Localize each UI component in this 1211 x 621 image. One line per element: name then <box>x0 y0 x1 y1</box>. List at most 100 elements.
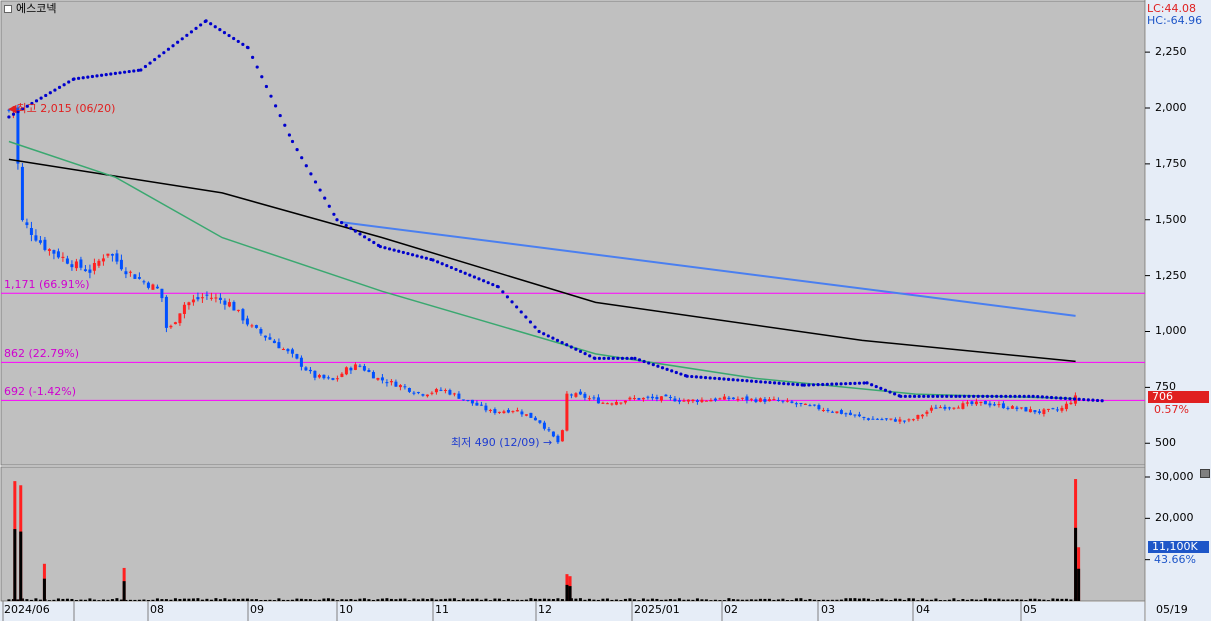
volume-bar <box>785 600 789 601</box>
candle-body <box>542 422 546 429</box>
candle-body <box>286 349 290 352</box>
volume-bar <box>61 598 65 601</box>
volume-bar <box>970 599 974 601</box>
sar-dot <box>922 394 926 398</box>
sar-dot <box>786 382 790 386</box>
candle-body <box>434 389 438 393</box>
candle-body <box>299 357 303 367</box>
volume-bar <box>160 599 164 601</box>
sar-dot <box>670 369 674 373</box>
candle-body <box>281 349 285 351</box>
sar-dot <box>472 275 476 279</box>
candle-body <box>403 386 407 388</box>
sar-dot <box>48 91 52 95</box>
candle-body <box>889 418 893 420</box>
sar-dot <box>848 381 852 386</box>
sar-dot <box>578 349 583 354</box>
candle-body <box>524 414 528 416</box>
volume-bar <box>844 598 848 601</box>
candle-body <box>1024 407 1028 412</box>
candle-body <box>128 271 132 273</box>
candle-body <box>947 407 951 409</box>
sar-dot <box>176 40 180 44</box>
candle-body <box>16 107 20 164</box>
sar-dot <box>870 383 874 387</box>
volume-bar <box>434 599 438 601</box>
sar-dot <box>1086 398 1090 402</box>
volume-bar <box>1055 598 1059 601</box>
candle-body <box>200 297 204 299</box>
volume-bar <box>790 600 794 601</box>
volume-bar <box>146 600 150 601</box>
volume-bar <box>772 599 776 601</box>
sar-dot <box>260 75 264 79</box>
volume-bar <box>484 598 488 601</box>
sar-dot <box>524 315 528 319</box>
candle-body <box>475 402 479 406</box>
sar-dot <box>985 394 990 398</box>
candle-body <box>790 401 794 403</box>
window-checkbox-icon[interactable] <box>4 5 12 13</box>
volume-bar <box>25 599 29 601</box>
volume-bar <box>862 598 866 601</box>
volume-bar <box>776 599 780 601</box>
volume-bar <box>920 598 924 601</box>
x-tick-11: 11 <box>435 603 449 616</box>
sar-dot <box>194 26 198 30</box>
sar-dot <box>528 320 533 324</box>
candle-body <box>169 325 173 328</box>
x-tick-2024-06: 2024/06 <box>4 603 50 616</box>
candle-body <box>92 263 96 271</box>
candle-body <box>736 398 740 400</box>
candle-body <box>538 420 542 423</box>
chart-canvas[interactable] <box>0 0 1211 621</box>
sar-dot <box>782 381 786 386</box>
candle-body <box>515 410 519 412</box>
sar-dot <box>935 394 940 398</box>
candle-body <box>1046 408 1050 410</box>
sar-dot <box>1004 394 1008 398</box>
candle-body <box>335 378 339 380</box>
candle-body <box>979 401 983 403</box>
candle-body <box>628 397 632 400</box>
volume-bar <box>448 598 452 601</box>
volume-bar <box>610 599 614 601</box>
volume-bar <box>398 598 402 601</box>
volume-bar <box>322 598 326 601</box>
sar-dot <box>440 262 444 266</box>
volume-bar <box>349 598 353 601</box>
candle-body <box>844 413 848 415</box>
volume-bar <box>479 599 483 601</box>
sar-dot <box>999 394 1003 398</box>
volume-bar <box>560 599 564 601</box>
candle-body <box>965 402 969 404</box>
sar-dot <box>213 25 217 29</box>
candle-body <box>929 407 933 411</box>
candle-body <box>214 297 218 299</box>
sar-dot <box>972 394 976 398</box>
volume-bar <box>227 599 231 601</box>
candle-body <box>416 392 420 394</box>
x-tick-03: 03 <box>821 603 835 616</box>
volume-bar <box>1010 599 1014 601</box>
volume-bar <box>601 598 605 601</box>
volume-panel-toggle-icon[interactable] <box>1200 469 1210 478</box>
volume-bar <box>596 599 600 601</box>
sar-dot <box>378 244 382 249</box>
candle-body <box>371 371 375 379</box>
volume-bar <box>992 599 996 601</box>
candle-body <box>398 385 402 388</box>
candle-body <box>673 398 677 402</box>
candle-body <box>875 418 879 420</box>
sar-dot <box>656 364 660 368</box>
volume-bar <box>407 600 411 601</box>
candle-body <box>605 403 609 405</box>
sar-dot <box>510 300 514 304</box>
sar-dot <box>703 376 708 380</box>
x-tick-12: 12 <box>538 603 552 616</box>
sar-dot <box>679 372 683 376</box>
candle-body <box>1055 409 1059 411</box>
volume-bar <box>191 598 195 601</box>
volume-tick-20000: 20,000 <box>1155 511 1194 524</box>
sar-dot <box>123 70 127 74</box>
